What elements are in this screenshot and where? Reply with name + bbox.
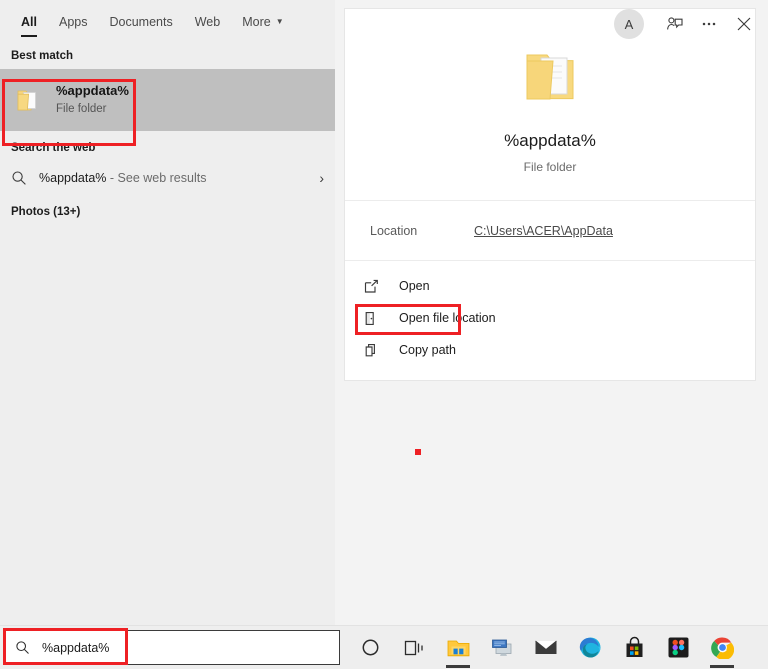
tab-more[interactable]: More ▼ (231, 0, 294, 44)
location-row: Location C:\Users\ACER\AppData (345, 201, 755, 261)
taskbar-search-input[interactable]: %appdata% (4, 630, 340, 665)
close-icon[interactable] (726, 7, 762, 41)
microsoft-store-icon[interactable] (612, 626, 656, 669)
best-match-title: %appdata% (56, 83, 129, 99)
folder-large-icon (345, 45, 755, 107)
account-avatar-initial: A (624, 16, 634, 32)
taskbar-icons (340, 626, 744, 669)
search-results-pane: All Apps Documents Web More ▼ Best match (0, 0, 335, 625)
photos-header: Photos (13+) (11, 206, 81, 218)
taskbar-search-value: %appdata% (42, 640, 110, 655)
tab-apps[interactable]: Apps (48, 0, 99, 44)
best-match-text: %appdata% File folder (56, 82, 129, 117)
action-open-label: Open (399, 279, 430, 293)
windows-search-screen: All Apps Documents Web More ▼ Best match (0, 0, 768, 669)
file-explorer-icon[interactable] (436, 626, 480, 669)
remote-desktop-icon[interactable] (480, 626, 524, 669)
titlebar-controls: A (614, 4, 762, 44)
annotation-cursor-dot (415, 449, 421, 455)
preview-subtitle: File folder (523, 160, 577, 174)
search-filter-tabs: All Apps Documents Web More ▼ (0, 0, 335, 44)
open-in-new-icon (363, 278, 387, 295)
best-match-result[interactable]: %appdata% File folder (0, 69, 335, 131)
tab-web-label: Web (194, 15, 221, 29)
web-search-query: %appdata% (39, 171, 107, 185)
cortana-icon[interactable] (348, 626, 392, 669)
mail-icon[interactable] (524, 626, 568, 669)
tab-web[interactable]: Web (184, 0, 231, 44)
tab-documents-label: Documents (109, 15, 173, 29)
action-copy-path-label: Copy path (399, 343, 456, 357)
web-search-label: %appdata% - See web results (39, 171, 206, 185)
tab-documents[interactable]: Documents (98, 0, 183, 44)
account-avatar[interactable]: A (614, 9, 644, 39)
location-path-link[interactable]: C:\Users\ACER\AppData (474, 224, 613, 238)
tab-all-label: All (21, 15, 37, 29)
chevron-right-icon[interactable]: › (319, 171, 324, 185)
preview-title: %appdata% (504, 131, 596, 150)
preview-card: %appdata% File folder Location C:\Users\… (344, 8, 756, 381)
action-open[interactable]: Open (345, 270, 755, 302)
chevron-down-icon: ▼ (275, 17, 284, 26)
search-flyout: All Apps Documents Web More ▼ Best match (0, 0, 768, 625)
google-chrome-icon[interactable] (700, 626, 744, 669)
action-copy-path[interactable]: Copy path (345, 334, 755, 366)
feedback-icon[interactable] (658, 7, 692, 41)
action-open-file-location-label: Open file location (399, 311, 496, 325)
search-the-web-header: Search the web (11, 142, 96, 154)
figma-icon[interactable] (656, 626, 700, 669)
action-list: Open Open file location Copy path (345, 261, 755, 380)
best-match-header: Best match (11, 50, 73, 62)
search-icon (11, 170, 33, 186)
open-folder-icon (363, 310, 387, 327)
preview-pane: %appdata% File folder Location C:\Users\… (335, 0, 768, 625)
best-match-subtitle: File folder (56, 103, 107, 116)
tab-apps-label: Apps (58, 15, 88, 29)
location-label: Location (370, 223, 418, 238)
copy-icon (363, 342, 387, 359)
task-view-icon[interactable] (392, 626, 436, 669)
taskbar: %appdata% (0, 625, 768, 669)
microsoft-edge-icon[interactable] (568, 626, 612, 669)
tab-more-label: More (242, 15, 271, 29)
tab-all[interactable]: All (10, 0, 48, 44)
web-search-result[interactable]: %appdata% - See web results › (0, 161, 335, 195)
web-search-suffix: - See web results (106, 171, 207, 185)
more-options-icon[interactable] (692, 7, 726, 41)
search-icon (15, 640, 33, 655)
action-open-file-location[interactable]: Open file location (345, 302, 755, 334)
folder-icon (12, 87, 44, 113)
